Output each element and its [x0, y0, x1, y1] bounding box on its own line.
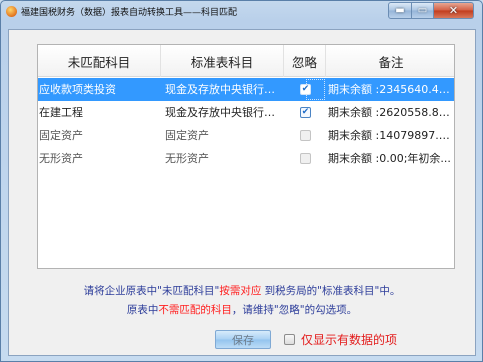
table-row[interactable]: 无形资产 无形资产 期末余额 :0.00;年初余...: [38, 147, 454, 170]
unmatched-account-cell[interactable]: 固定资产: [38, 124, 160, 147]
minimize-button[interactable]: ▬: [388, 2, 412, 19]
instruction-highlight: 按需对应: [219, 285, 262, 297]
unmatched-account-cell[interactable]: 无形资产: [38, 147, 160, 170]
standard-account-cell[interactable]: 固定资产: [161, 124, 283, 147]
close-icon: ✕: [448, 4, 459, 17]
standard-account-cell[interactable]: 现金及存放中央银行款项: [161, 78, 283, 101]
window-controls: ▬ ▭ ✕: [388, 2, 474, 19]
instruction-line-1: 请将企业原表中"未匹配科目"按需对应 到税务局的"标准表科目"中。: [9, 282, 475, 301]
title-bar[interactable]: 福建国税财务（数据）报表自动转换工具——科目匹配 ▬ ▭ ✕: [1, 1, 482, 23]
column-header-ignore[interactable]: 忽略: [284, 45, 326, 77]
window-title: 福建国税财务（数据）报表自动转换工具——科目匹配: [21, 8, 238, 18]
app-logo-icon: [6, 6, 17, 17]
only-data-label[interactable]: 仅显示有数据的项: [301, 331, 397, 348]
standard-account-cell[interactable]: 现金及存放中央银行款项: [161, 101, 283, 124]
close-button[interactable]: ✕: [434, 2, 474, 19]
standard-account-cell[interactable]: 无形资产: [161, 147, 283, 170]
grid-rows: 应收款项类投资 现金及存放中央银行款项 ✔ 期末余额 :2345640.46;.…: [38, 78, 455, 170]
column-header-unmatched[interactable]: 未匹配科目: [38, 45, 161, 77]
note-cell: 期末余额 :14079897.4...: [328, 129, 455, 142]
only-data-checkbox[interactable]: [284, 334, 295, 345]
mapping-grid[interactable]: 未匹配科目 标准表科目 忽略 备注 应收款项类投资 现金及存放中央银行款项 ✔ …: [37, 44, 455, 269]
table-row[interactable]: 应收款项类投资 现金及存放中央银行款项 ✔ 期末余额 :2345640.46;.…: [38, 78, 455, 101]
grid-header: 未匹配科目 标准表科目 忽略 备注: [38, 45, 454, 77]
unmatched-account-cell[interactable]: 在建工程: [38, 101, 160, 124]
maximize-icon: ▭: [417, 4, 428, 16]
ignore-checkbox[interactable]: ✔: [300, 107, 311, 118]
main-window: 福建国税财务（数据）报表自动转换工具——科目匹配 ▬ ▭ ✕ 未匹配科目 标准表…: [0, 0, 483, 362]
check-icon: ✔: [301, 84, 310, 94]
table-row[interactable]: 在建工程 现金及存放中央银行款项 ✔ 期末余额 :2620558.83;...: [38, 101, 455, 124]
note-cell: 期末余额 :2620558.83;...: [328, 106, 455, 119]
minimize-icon: ▬: [395, 4, 405, 16]
instructions: 请将企业原表中"未匹配科目"按需对应 到税务局的"标准表科目"中。 原表中不需匹…: [9, 282, 475, 320]
instruction-text: ，请维持"忽略"的勾选项。: [231, 304, 358, 316]
instruction-text: 到税务局的"标准表科目"中。: [261, 285, 401, 297]
dialog-body: 未匹配科目 标准表科目 忽略 备注 应收款项类投资 现金及存放中央银行款项 ✔ …: [8, 29, 476, 356]
instruction-text: 请将企业原表中"未匹配科目": [83, 285, 220, 297]
ignore-checkbox[interactable]: ✔: [300, 84, 311, 95]
column-header-note[interactable]: 备注: [326, 45, 456, 77]
maximize-button[interactable]: ▭: [412, 2, 434, 19]
note-cell: 期末余额 :2345640.46;...: [328, 83, 455, 96]
check-icon: ✔: [301, 107, 310, 117]
instruction-highlight: 不需匹配的科目: [158, 304, 232, 316]
unmatched-account-cell[interactable]: 应收款项类投资: [38, 78, 160, 101]
ignore-checkbox: [300, 153, 311, 164]
table-row[interactable]: 固定资产 固定资产 期末余额 :14079897.4...: [38, 124, 455, 147]
instruction-text: 原表中: [126, 304, 159, 316]
instruction-line-2: 原表中不需匹配的科目，请维持"忽略"的勾选项。: [9, 301, 475, 320]
ignore-checkbox: [300, 130, 311, 141]
note-cell: 期末余额 :0.00;年初余...: [328, 152, 451, 165]
column-header-standard[interactable]: 标准表科目: [161, 45, 284, 77]
dialog-footer: 保存 仅显示有数据的项: [9, 330, 475, 350]
save-button[interactable]: 保存: [215, 330, 271, 349]
